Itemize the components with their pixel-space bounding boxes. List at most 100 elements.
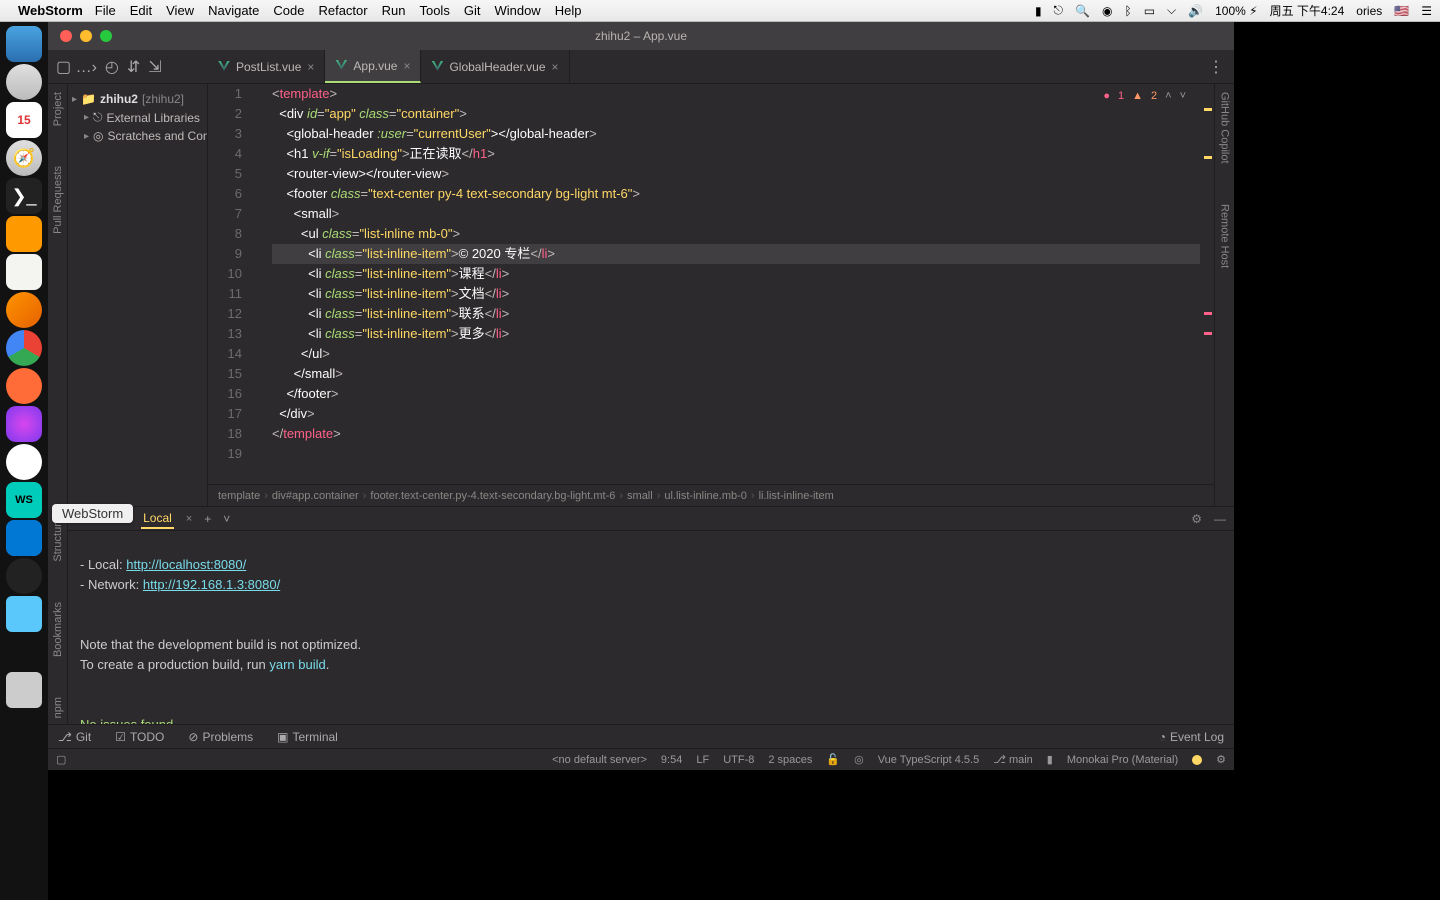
battery-status[interactable]: 100% ⚡︎ [1215, 4, 1257, 18]
status-line-ending[interactable]: LF [696, 754, 709, 766]
tab-globalheader[interactable]: GlobalHeader.vue× [421, 50, 569, 83]
status-branch[interactable]: ⎇ main [993, 753, 1033, 766]
tool-event-log[interactable]: ◔ Event Log [1159, 730, 1224, 744]
tool-pull-requests[interactable]: Pull Requests [52, 166, 64, 234]
new-terminal-button[interactable]: + [204, 512, 211, 526]
zoom-window-button[interactable] [100, 30, 112, 42]
toggle-toolwindows-icon[interactable]: ▢ [56, 753, 66, 766]
terminal-output[interactable]: App running at: - Local: http://localhos… [68, 531, 1234, 724]
tab-postlist[interactable]: PostList.vue× [208, 50, 325, 83]
status-theme[interactable]: Monokai Pro (Material) [1067, 754, 1178, 766]
vscode-icon[interactable] [6, 520, 42, 556]
close-icon[interactable]: × [403, 59, 410, 73]
folder-icon[interactable] [6, 596, 42, 632]
spotlight-icon[interactable]: 🔍 [1075, 4, 1090, 18]
close-icon[interactable]: × [552, 60, 559, 74]
chrome-icon[interactable] [6, 330, 42, 366]
tool-project[interactable]: Project [52, 92, 64, 126]
wifi-icon[interactable]: ⌵ [1167, 3, 1176, 18]
tool-remote-host[interactable]: Remote Host [1219, 204, 1231, 268]
status-icon[interactable]: ⎋ [1054, 3, 1064, 18]
wechat-icon[interactable] [6, 444, 42, 480]
close-icon[interactable]: × [186, 513, 192, 525]
project-tree[interactable]: ▸📁zhihu2 [zhihu2] ▸⎋External Libraries ▸… [68, 84, 208, 506]
siri-icon[interactable]: ◉ [1102, 4, 1112, 18]
calendar-icon[interactable]: 15 [6, 102, 42, 138]
status-settings-icon[interactable]: ⚙ [1216, 753, 1226, 766]
sublime-icon[interactable] [6, 216, 42, 252]
trash-icon[interactable] [6, 672, 42, 708]
app-menu[interactable]: WebStorm [18, 3, 83, 18]
status-typescript[interactable]: Vue TypeScript 4.5.5 [878, 754, 980, 766]
launchpad-icon[interactable] [6, 64, 42, 100]
firefox-icon[interactable] [6, 292, 42, 328]
status-cursor-pos[interactable]: 9:54 [661, 754, 682, 766]
marker-strip[interactable] [1200, 84, 1214, 484]
status-icon[interactable]: ▮ [1035, 4, 1042, 18]
status-readonly-icon[interactable]: 🔓 [826, 753, 840, 766]
tool-npm[interactable]: npm [52, 697, 64, 718]
tool-terminal[interactable]: ▣ Terminal [277, 730, 338, 744]
podcast-icon[interactable] [6, 406, 42, 442]
notes-icon[interactable] [6, 254, 42, 290]
menu-window[interactable]: Window [494, 3, 540, 18]
obs-icon[interactable] [6, 558, 42, 594]
menu-git[interactable]: Git [464, 3, 481, 18]
control-center-icon[interactable]: ☰ [1421, 4, 1432, 18]
safari-icon[interactable]: 🧭 [6, 140, 42, 176]
project-root[interactable]: ▸📁zhihu2 [zhihu2] [72, 90, 203, 108]
menu-run[interactable]: Run [382, 3, 406, 18]
network-url-link[interactable]: http://192.168.1.3:8080/ [143, 577, 280, 592]
status-indicator-icon[interactable] [1192, 755, 1202, 765]
user-switcher[interactable]: ories [1356, 4, 1382, 18]
menu-code[interactable]: Code [273, 3, 304, 18]
close-window-button[interactable] [60, 30, 72, 42]
tool-todo[interactable]: ☑ TODO [115, 730, 164, 744]
navigation-back-icon[interactable]: ▢ …› [56, 57, 97, 77]
menu-file[interactable]: File [95, 3, 116, 18]
terminal-tab-local[interactable]: Local [141, 509, 174, 529]
menu-refactor[interactable]: Refactor [318, 3, 367, 18]
external-libraries[interactable]: ▸⎋External Libraries [84, 108, 203, 127]
status-encoding[interactable]: UTF-8 [723, 754, 754, 766]
status-lock-icon[interactable]: ▮ [1047, 753, 1053, 766]
status-indent[interactable]: 2 spaces [768, 754, 812, 766]
finder-icon[interactable] [6, 26, 42, 62]
settings-icon[interactable]: ⇲ [148, 57, 161, 77]
display-icon[interactable]: ▭ [1144, 4, 1155, 18]
postman-icon[interactable] [6, 368, 42, 404]
close-icon[interactable]: × [307, 60, 314, 74]
terminal-dropdown-icon[interactable]: ˅ [223, 512, 230, 526]
tool-git[interactable]: ⎇ Git [58, 730, 91, 744]
volume-icon[interactable]: 🔊 [1188, 4, 1203, 18]
flag-icon[interactable]: 🇺🇸 [1394, 4, 1409, 18]
breadcrumb[interactable]: template› div#app.container› footer.text… [208, 484, 1214, 506]
editor-inspections[interactable]: ●1 ▲2 ˄ ˅ [1103, 90, 1186, 102]
status-server[interactable]: <no default server> [552, 754, 647, 766]
terminal-icon[interactable]: ❯_ [6, 178, 42, 214]
local-url-link[interactable]: http://localhost:8080/ [126, 557, 246, 572]
webstorm-icon[interactable]: WS [6, 482, 42, 518]
hide-panel-icon[interactable]: — [1214, 512, 1226, 526]
sync-icon[interactable]: ◴ [105, 57, 119, 77]
scratches[interactable]: ▸◎Scratches and Consoles [84, 127, 203, 145]
menu-help[interactable]: Help [555, 3, 582, 18]
tool-bookmarks[interactable]: Bookmarks [52, 602, 64, 657]
more-actions-icon[interactable]: ⋮ [1198, 50, 1234, 83]
prev-highlight-icon[interactable]: ˄ [1165, 90, 1171, 102]
clock[interactable]: 周五 下午4:24 [1270, 2, 1345, 19]
tool-structure[interactable]: Structure [52, 517, 64, 562]
tab-app[interactable]: App.vue× [325, 50, 421, 83]
menu-navigate[interactable]: Navigate [208, 3, 259, 18]
bluetooth-icon[interactable]: ᛒ [1124, 4, 1131, 18]
menu-tools[interactable]: Tools [419, 3, 449, 18]
collapse-icon[interactable]: ⇵ [127, 57, 140, 77]
next-highlight-icon[interactable]: ˅ [1180, 90, 1186, 102]
menu-view[interactable]: View [166, 3, 194, 18]
menu-edit[interactable]: Edit [130, 3, 152, 18]
tool-problems[interactable]: ⊘ Problems [188, 730, 253, 744]
status-copilot-icon[interactable]: ◎ [854, 753, 864, 766]
minimize-window-button[interactable] [80, 30, 92, 42]
code-content[interactable]: <template> <div id="app" class="containe… [268, 84, 1200, 484]
tool-copilot[interactable]: GitHub Copilot [1219, 92, 1231, 164]
